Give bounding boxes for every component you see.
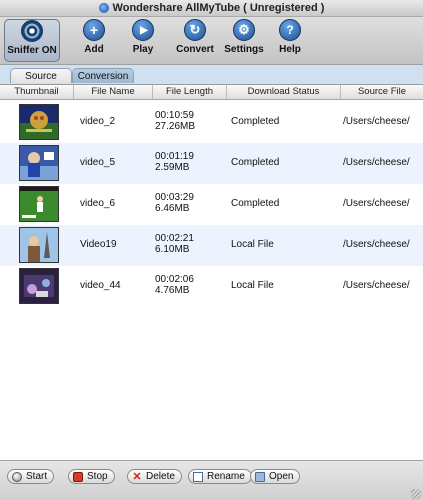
column-header-source-file[interactable]: Source File <box>341 85 423 99</box>
duration: 00:01:19 <box>155 151 194 162</box>
video-thumbnail <box>19 104 59 140</box>
tab-source[interactable]: Source <box>10 68 72 83</box>
help-icon: ? <box>279 19 301 41</box>
start-button[interactable]: Start <box>7 469 55 484</box>
start-icon <box>12 471 22 482</box>
source-file: /Users/cheese/ <box>343 280 410 291</box>
file-length: 00:02:06 4.76MB <box>155 274 194 296</box>
file-size: 27.26MB <box>155 121 196 132</box>
rename-label: Rename <box>207 471 245 482</box>
file-length: 00:01:19 2.59MB <box>155 151 194 173</box>
file-length: 00:02:21 6.10MB <box>155 233 194 255</box>
file-size: 6.10MB <box>155 244 190 255</box>
column-header-file-length[interactable]: File Length <box>153 85 227 99</box>
duration: 00:03:29 <box>155 192 194 203</box>
video-thumbnail <box>19 227 59 263</box>
table-row[interactable]: video_2 00:10:59 27.26MB Completed /Users… <box>0 102 423 143</box>
file-size: 6.46MB <box>155 203 190 214</box>
stop-label: Stop <box>87 471 108 482</box>
file-table: Thumbnail File Name File Length Download… <box>0 84 423 461</box>
column-header-download-status[interactable]: Download Status <box>227 85 341 99</box>
help-button[interactable]: ? Help <box>263 19 317 61</box>
table-row[interactable]: video_44 00:02:06 4.76MB Local File /User… <box>0 266 423 307</box>
column-header-file-name[interactable]: File Name <box>74 85 153 99</box>
settings-label: Settings <box>224 44 264 55</box>
file-name: video_44 <box>80 280 121 291</box>
gear-icon: ⚙ <box>233 19 255 41</box>
file-name: Video19 <box>80 239 117 250</box>
resize-handle[interactable] <box>411 489 421 499</box>
download-status: Completed <box>231 116 280 127</box>
delete-button[interactable]: ✕ Delete <box>127 469 182 484</box>
play-icon: ▶ <box>132 19 154 41</box>
source-file: /Users/cheese/ <box>343 116 410 127</box>
add-button[interactable]: + Add <box>67 19 121 61</box>
download-status: Completed <box>231 198 280 209</box>
source-file: /Users/cheese/ <box>343 198 410 209</box>
file-length: 00:10:59 27.26MB <box>155 110 195 132</box>
file-name: video_6 <box>80 198 116 209</box>
tab-conversion[interactable]: Conversion <box>72 68 134 83</box>
open-label: Open <box>269 471 294 482</box>
rename-icon <box>193 471 203 482</box>
convert-label: Convert <box>176 44 214 55</box>
title-bar: Wondershare AllMyTube ( Unregistered ) <box>0 0 423 17</box>
column-header-thumbnail[interactable]: Thumbnail <box>0 85 74 99</box>
play-button[interactable]: ▶ Play <box>116 19 170 61</box>
download-status: Local File <box>231 280 274 291</box>
add-label: Add <box>84 44 104 55</box>
duration: 00:10:59 <box>155 110 194 121</box>
file-length: 00:03:29 6.46MB <box>155 192 194 214</box>
duration: 00:02:21 <box>155 233 194 244</box>
help-label: Help <box>279 44 301 55</box>
stop-button[interactable]: Stop <box>68 469 115 484</box>
plus-icon: + <box>83 19 105 41</box>
sniffer-label: Sniffer ON <box>7 45 57 56</box>
source-file: /Users/cheese/ <box>343 157 410 168</box>
download-status: Local File <box>231 239 274 250</box>
window-title: Wondershare AllMyTube ( Unregistered ) <box>112 2 325 14</box>
video-thumbnail <box>19 145 59 181</box>
file-size: 2.59MB <box>155 162 190 173</box>
table-header: Thumbnail File Name File Length Download… <box>0 85 423 100</box>
table-row[interactable]: video_6 00:03:29 6.46MB Completed /Users/… <box>0 184 423 225</box>
play-label: Play <box>132 44 154 55</box>
table-row[interactable]: video_5 00:01:19 2.59MB Completed /Users/… <box>0 143 423 184</box>
folder-icon <box>255 471 265 482</box>
source-file: /Users/cheese/ <box>343 239 410 250</box>
bottom-bar: Start Stop ✕ Delete Rename Open <box>0 460 423 500</box>
open-button[interactable]: Open <box>250 469 301 484</box>
file-name: video_5 <box>80 157 116 168</box>
app-window: Wondershare AllMyTube ( Unregistered ) S… <box>0 0 423 500</box>
delete-icon: ✕ <box>132 470 142 483</box>
rename-button[interactable]: Rename <box>188 469 252 484</box>
file-size: 4.76MB <box>155 285 190 296</box>
duration: 00:02:06 <box>155 274 194 285</box>
app-icon <box>98 3 109 13</box>
convert-icon: ↻ <box>184 19 206 41</box>
stop-icon <box>73 471 83 482</box>
sniffer-icon <box>21 20 43 42</box>
toolbar: Sniffer ON + Add ▶ Play ↻ Convert ⚙ Sett… <box>0 17 423 65</box>
video-thumbnail <box>19 186 59 222</box>
download-status: Completed <box>231 157 280 168</box>
start-label: Start <box>26 471 48 482</box>
tab-bar: Source Conversion <box>0 65 423 84</box>
convert-button[interactable]: ↻ Convert <box>168 19 222 61</box>
delete-label: Delete <box>146 471 175 482</box>
table-row[interactable]: Video19 00:02:21 6.10MB Local File /Users… <box>0 225 423 266</box>
file-name: video_2 <box>80 116 116 127</box>
sniffer-button[interactable]: Sniffer ON <box>4 19 60 62</box>
video-thumbnail <box>19 268 59 304</box>
